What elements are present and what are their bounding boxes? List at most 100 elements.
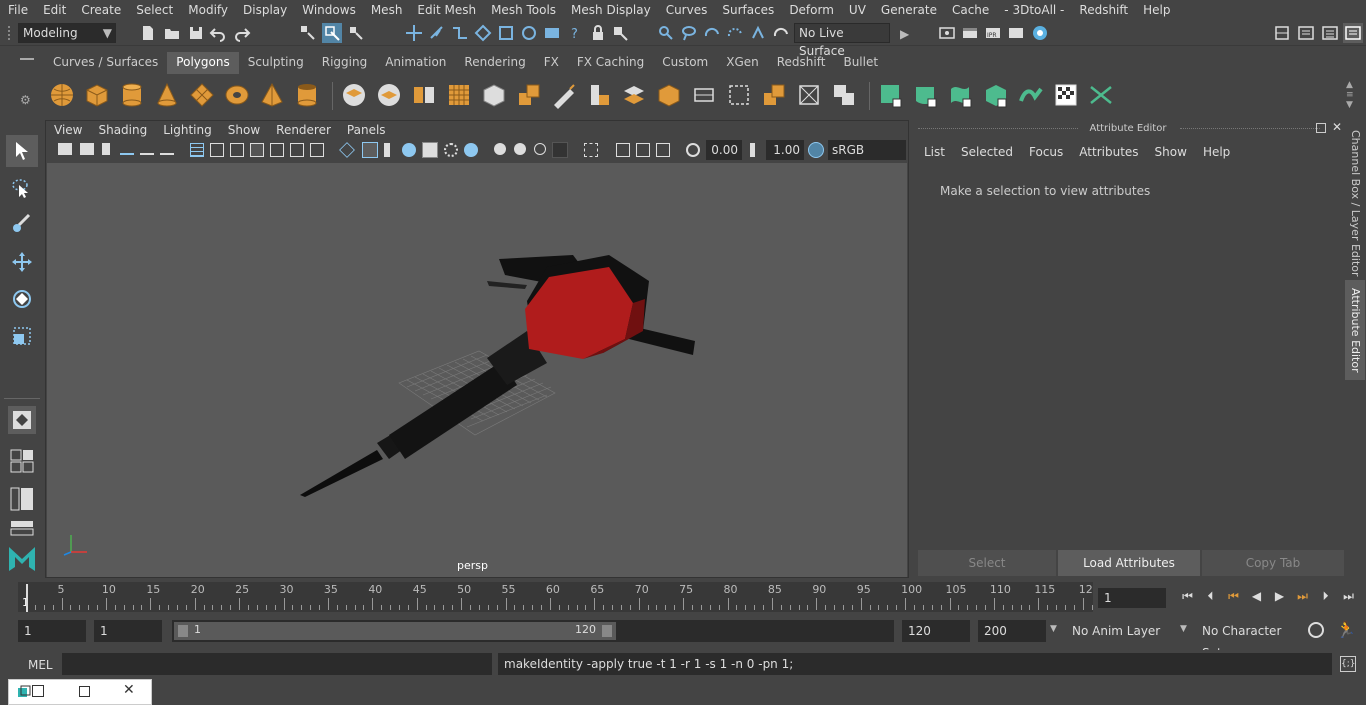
close-icon[interactable]: ✕ xyxy=(1332,120,1342,134)
frame-selection-icon[interactable] xyxy=(584,143,598,157)
menu-file[interactable]: File xyxy=(0,3,35,17)
attr-menu-show[interactable]: Show xyxy=(1147,142,1195,162)
outliner-layout-icon[interactable] xyxy=(6,484,38,514)
step-back-key-icon[interactable]: ⏮ xyxy=(1222,589,1245,604)
chevron-down-icon[interactable]: ▼ xyxy=(1180,624,1187,634)
safe-action-icon[interactable] xyxy=(290,143,304,157)
motion-blur-icon[interactable] xyxy=(636,143,650,157)
attr-menu-selected[interactable]: Selected xyxy=(953,142,1021,162)
triangulate-icon[interactable] xyxy=(793,79,825,111)
lasso-icon[interactable] xyxy=(679,23,699,43)
menu-mesh-display[interactable]: Mesh Display xyxy=(563,3,658,17)
snap-point-icon[interactable] xyxy=(450,23,470,43)
reduce-icon[interactable] xyxy=(478,79,510,111)
menu-cache[interactable]: Cache xyxy=(944,3,996,17)
maya-window-icon[interactable] xyxy=(17,685,31,699)
menu-deform[interactable]: Deform xyxy=(781,3,841,17)
safe-title-icon[interactable] xyxy=(310,143,324,157)
menu-edit-mesh[interactable]: Edit Mesh xyxy=(409,3,483,17)
four-view-layout-icon[interactable] xyxy=(6,446,38,476)
tab-bullet[interactable]: Bullet xyxy=(834,52,887,74)
poly-torus-icon[interactable] xyxy=(221,79,253,111)
tab-xgen[interactable]: XGen xyxy=(717,52,768,74)
channel-box-toggle-icon[interactable] xyxy=(1296,23,1316,43)
shelf-menu-icon[interactable] xyxy=(20,58,34,60)
current-frame-field[interactable]: 1 xyxy=(1098,588,1166,608)
restore-window-icon[interactable] xyxy=(32,685,44,697)
gear-icon[interactable]: ⚙ xyxy=(20,93,34,107)
render-frame-icon[interactable] xyxy=(960,23,980,43)
rotate-tool-icon[interactable] xyxy=(6,283,38,315)
animation-end-field[interactable]: 200 xyxy=(978,620,1046,642)
menu-redshift[interactable]: Redshift xyxy=(1071,3,1135,17)
viewport-menu-renderer[interactable]: Renderer xyxy=(268,121,339,140)
poly-plane-icon[interactable] xyxy=(186,79,218,111)
poly-pyramid-icon[interactable] xyxy=(256,79,288,111)
tab-rigging[interactable]: Rigging xyxy=(313,52,376,74)
anti-alias-icon[interactable] xyxy=(656,143,670,157)
smooth-icon[interactable] xyxy=(443,79,475,111)
open-scene-icon[interactable] xyxy=(162,23,182,43)
menu-3dtoall[interactable]: - 3DtoAll - xyxy=(996,3,1071,17)
bounding-box-icon[interactable] xyxy=(723,79,755,111)
viewport-menu-lighting[interactable]: Lighting xyxy=(155,121,220,140)
poly-sphere-icon[interactable] xyxy=(46,79,78,111)
extrude-icon[interactable] xyxy=(513,79,545,111)
tab-custom[interactable]: Custom xyxy=(653,52,717,74)
menu-windows[interactable]: Windows xyxy=(294,3,363,17)
anim-layer-dropdown[interactable]: No Anim Layer xyxy=(1066,620,1170,642)
snap-view-plane-icon[interactable] xyxy=(473,23,493,43)
hypershade-icon[interactable] xyxy=(1030,23,1050,43)
lighting-icon[interactable] xyxy=(422,142,438,158)
reflection-icon[interactable] xyxy=(771,23,791,43)
undo-icon[interactable] xyxy=(208,23,228,43)
shadows-icon[interactable] xyxy=(444,143,458,157)
tab-redshift[interactable]: Redshift xyxy=(768,52,835,74)
step-forward-key-icon[interactable]: ⏭ xyxy=(1291,589,1314,604)
menu-uv[interactable]: UV xyxy=(841,3,873,17)
xray-components-icon[interactable] xyxy=(534,143,546,155)
menu-curves[interactable]: Curves xyxy=(658,3,715,17)
boolean-icon[interactable] xyxy=(828,79,860,111)
uv-checker-icon[interactable] xyxy=(1050,79,1082,111)
viewport-menu-panels[interactable]: Panels xyxy=(339,121,394,140)
move-tool-icon[interactable] xyxy=(6,246,38,278)
xray-joints-icon[interactable] xyxy=(514,143,526,155)
ambient-occlusion-icon[interactable] xyxy=(464,143,478,157)
lasso-tool-icon[interactable] xyxy=(6,172,38,204)
magnet-select-icon[interactable] xyxy=(610,23,630,43)
graph-layout-icon[interactable] xyxy=(6,518,38,538)
float-panel-icon[interactable] xyxy=(1316,123,1326,133)
auto-key-icon[interactable] xyxy=(1308,622,1324,638)
uv-planar-icon[interactable] xyxy=(875,79,907,111)
attribute-editor-tab[interactable]: Attribute Editor xyxy=(1345,280,1365,380)
single-perspective-layout-icon[interactable] xyxy=(8,406,36,434)
new-scene-icon[interactable] xyxy=(138,23,158,43)
fill-hole-icon[interactable] xyxy=(758,79,790,111)
menu-mesh[interactable]: Mesh xyxy=(363,3,410,17)
render-view-icon[interactable] xyxy=(1006,23,1026,43)
load-attributes-button[interactable]: Load Attributes xyxy=(1058,550,1200,576)
play-backwards-icon[interactable]: ◀ xyxy=(1245,589,1268,604)
bevel-icon[interactable] xyxy=(583,79,615,111)
poly-cone-icon[interactable] xyxy=(151,79,183,111)
attr-menu-focus[interactable]: Focus xyxy=(1021,142,1071,162)
frame-all-icon[interactable] xyxy=(616,143,630,157)
select-button[interactable]: Select xyxy=(918,550,1056,576)
snap-curve-icon[interactable] xyxy=(427,23,447,43)
menu-help[interactable]: Help xyxy=(1135,3,1177,17)
symmetry-icon[interactable] xyxy=(748,23,768,43)
snap-grid-icon[interactable] xyxy=(404,23,424,43)
modeling-toolkit-icon[interactable] xyxy=(1272,23,1292,43)
collapse-arrow-icon[interactable]: ▶ xyxy=(900,27,909,41)
uv-layout-icon[interactable] xyxy=(1085,79,1117,111)
tab-fx-caching[interactable]: FX Caching xyxy=(568,52,653,74)
grid-icon[interactable] xyxy=(190,143,204,157)
paint-select-tool-icon[interactable] xyxy=(6,208,38,240)
step-back-frame-icon[interactable]: ⏴ xyxy=(1199,589,1222,604)
snap-together-icon[interactable] xyxy=(656,23,676,43)
image-plane-icon[interactable] xyxy=(120,143,134,155)
lock-icon[interactable] xyxy=(588,23,608,43)
redo-icon[interactable] xyxy=(232,23,252,43)
current-time-marker[interactable] xyxy=(26,584,28,612)
